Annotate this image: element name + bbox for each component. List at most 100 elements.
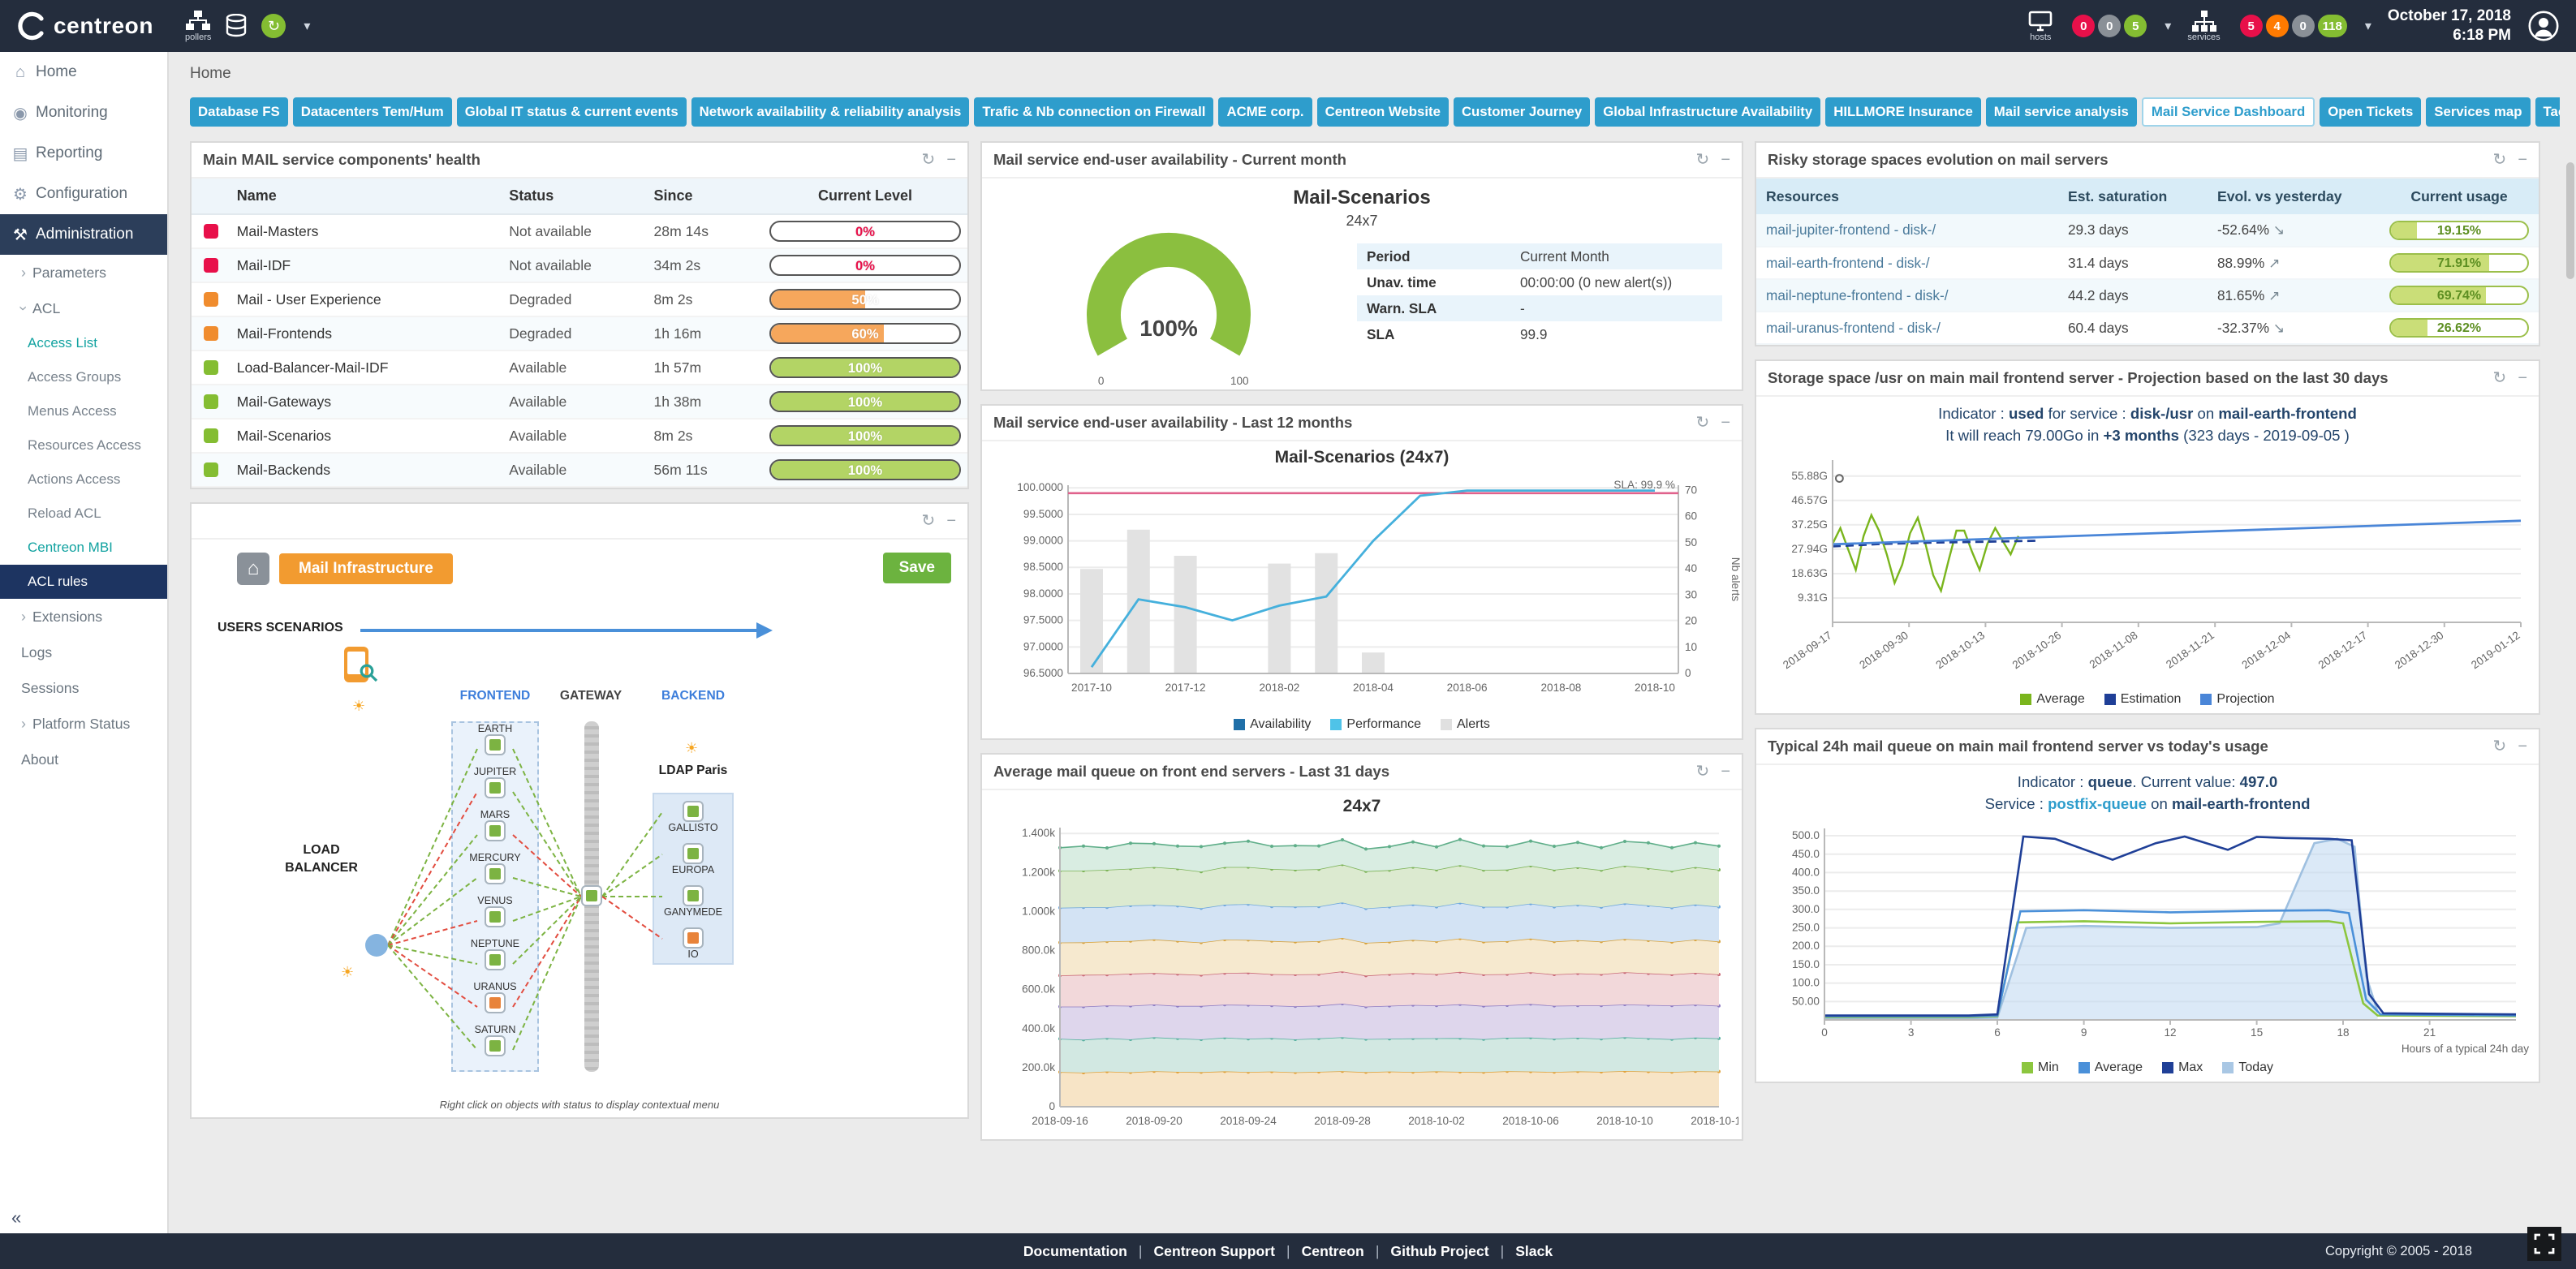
infrastructure-title-button[interactable]: Mail Infrastructure: [279, 553, 453, 584]
footer-link-github-project[interactable]: Github Project: [1390, 1243, 1488, 1260]
node-earth[interactable]: EARTH: [451, 723, 539, 755]
tab-global-infrastructure-availability[interactable]: Global Infrastructure Availability: [1595, 97, 1820, 127]
status-badge[interactable]: 0: [2072, 15, 2095, 37]
status-badge[interactable]: 118: [2318, 15, 2347, 37]
sidebar-item-acl-rules[interactable]: ACL rules: [0, 565, 167, 599]
home-icon[interactable]: ⌂: [237, 553, 269, 585]
refresh-icon[interactable]: ↻: [922, 152, 936, 168]
footer-link-centreon[interactable]: Centreon: [1302, 1243, 1364, 1260]
tab-open-tickets[interactable]: Open Tickets: [2320, 97, 2421, 127]
pollers-button[interactable]: pollers: [185, 11, 211, 42]
tab-hillmore-insurance[interactable]: HILLMORE Insurance: [1825, 97, 1981, 127]
health-row[interactable]: Mail-Gateways Available 1h 38m 100%: [192, 385, 967, 419]
health-row[interactable]: Mail-Masters Not available 28m 14s 0%: [192, 214, 967, 248]
sidebar-item-centreon-mbi[interactable]: Centreon MBI: [0, 531, 167, 565]
sidebar-item-monitoring[interactable]: ◉Monitoring: [0, 92, 167, 133]
node-jupiter[interactable]: JUPITER: [451, 766, 539, 798]
tab-database-fs[interactable]: Database FS: [190, 97, 288, 127]
node-mercury[interactable]: MERCURY: [451, 852, 539, 884]
chevron-down-icon[interactable]: ▾: [304, 18, 310, 34]
health-row[interactable]: Mail - User Experience Degraded 8m 2s 50…: [192, 282, 967, 316]
scrollbar[interactable]: [2566, 162, 2574, 279]
save-button[interactable]: Save: [883, 553, 951, 583]
sidebar-item-resources-access[interactable]: Resources Access: [0, 428, 167, 462]
tab-mail-service-analysis[interactable]: Mail service analysis: [1986, 97, 2137, 127]
sidebar-item-configuration[interactable]: ⚙Configuration: [0, 174, 167, 214]
node-mars[interactable]: MARS: [451, 809, 539, 841]
sidebar-item-menus-access[interactable]: Menus Access: [0, 394, 167, 428]
fullscreen-button[interactable]: [2527, 1227, 2561, 1261]
sidebar-item-access-list[interactable]: Access List: [0, 326, 167, 360]
sidebar-collapse-button[interactable]: «: [11, 1207, 21, 1228]
sidebar-item-acl[interactable]: ›ACL: [0, 290, 167, 326]
node-venus[interactable]: VENUS: [451, 895, 539, 927]
minimize-icon[interactable]: −: [1721, 152, 1730, 168]
sidebar-item-extensions[interactable]: ›Extensions: [0, 599, 167, 634]
tab-network-availability-reliability-analysis[interactable]: Network availability & reliability analy…: [691, 97, 970, 127]
node-gallisto[interactable]: GALLISTO: [653, 801, 734, 833]
load-balancer-node[interactable]: [365, 934, 388, 957]
sidebar-item-parameters[interactable]: ›Parameters: [0, 255, 167, 290]
status-badge[interactable]: 5: [2240, 15, 2263, 37]
tab-global-it-status-current-events[interactable]: Global IT status & current events: [457, 97, 687, 127]
minimize-icon[interactable]: −: [2518, 152, 2527, 168]
minimize-icon[interactable]: −: [946, 152, 956, 168]
breadcrumb[interactable]: Home: [190, 65, 231, 83]
status-badge[interactable]: 5: [2124, 15, 2147, 37]
minimize-icon[interactable]: −: [946, 513, 956, 529]
user-avatar-icon[interactable]: [2527, 10, 2560, 42]
risky-row[interactable]: mail-earth-frontend - disk-/ 31.4 days 8…: [1756, 247, 2539, 279]
minimize-icon[interactable]: −: [1721, 415, 1730, 431]
refresh-icon[interactable]: ↻: [2493, 738, 2507, 755]
poller-ok-button[interactable]: ↻: [261, 14, 286, 38]
status-badge[interactable]: 0: [2098, 15, 2121, 37]
tab-services-map[interactable]: Services map: [2426, 97, 2530, 127]
status-badge[interactable]: 4: [2266, 15, 2289, 37]
chevron-down-icon[interactable]: ▾: [2165, 18, 2171, 34]
tab-customer-journey[interactable]: Customer Journey: [1454, 97, 1590, 127]
refresh-icon[interactable]: ↻: [1696, 152, 1710, 168]
sidebar-item-about[interactable]: About: [0, 742, 167, 777]
risky-row[interactable]: mail-jupiter-frontend - disk-/ 29.3 days…: [1756, 214, 2539, 247]
risky-row[interactable]: mail-uranus-frontend - disk-/ 60.4 days …: [1756, 312, 2539, 344]
minimize-icon[interactable]: −: [2518, 738, 2527, 755]
centreon-logo[interactable]: centreon: [0, 11, 169, 41]
sidebar-item-platform-status[interactable]: ›Platform Status: [0, 706, 167, 742]
tab-trafic-nb-connection-on-firewall[interactable]: Trafic & Nb connection on Firewall: [974, 97, 1213, 127]
health-row[interactable]: Mail-Frontends Degraded 1h 16m 60%: [192, 316, 967, 351]
refresh-icon[interactable]: ↻: [922, 513, 936, 529]
tab-tactical-overview[interactable]: Tactical Overview: [2535, 97, 2560, 127]
tab-centreon-website[interactable]: Centreon Website: [1317, 97, 1449, 127]
node-europa[interactable]: EUROPA: [653, 843, 734, 875]
minimize-icon[interactable]: −: [1721, 764, 1730, 780]
footer-link-slack[interactable]: Slack: [1515, 1243, 1553, 1260]
node-ganymede[interactable]: GANYMEDE: [653, 885, 734, 918]
tab-acme-corp[interactable]: ACME corp.: [1218, 97, 1312, 127]
tab-datacenters-tem-hum[interactable]: Datacenters Tem/Hum: [293, 97, 452, 127]
sidebar-item-sessions[interactable]: Sessions: [0, 670, 167, 706]
chevron-down-icon[interactable]: ▾: [2365, 18, 2371, 34]
node-saturn[interactable]: SATURN: [451, 1024, 539, 1056]
node-uranus[interactable]: URANUS: [451, 981, 539, 1013]
sidebar-item-logs[interactable]: Logs: [0, 634, 167, 670]
hosts-status-group[interactable]: hosts 005 ▾: [2028, 11, 2171, 42]
health-row[interactable]: Mail-IDF Not available 34m 2s 0%: [192, 248, 967, 282]
node-gateway[interactable]: [581, 885, 602, 906]
health-row[interactable]: Mail-Scenarios Available 8m 2s 100%: [192, 419, 967, 453]
refresh-icon[interactable]: ↻: [2493, 152, 2507, 168]
sidebar-item-home[interactable]: ⌂Home: [0, 52, 167, 92]
health-row[interactable]: Mail-Backends Available 56m 11s 100%: [192, 453, 967, 487]
health-row[interactable]: Load-Balancer-Mail-IDF Available 1h 57m …: [192, 351, 967, 385]
node-io[interactable]: IO: [653, 927, 734, 960]
refresh-icon[interactable]: ↻: [1696, 764, 1710, 780]
refresh-icon[interactable]: ↻: [1696, 415, 1710, 431]
sidebar-item-reporting[interactable]: ▤Reporting: [0, 133, 167, 174]
footer-link-centreon-support[interactable]: Centreon Support: [1153, 1243, 1275, 1260]
services-status-group[interactable]: services 540118 ▾: [2187, 11, 2371, 42]
database-button[interactable]: [226, 14, 247, 38]
minimize-icon[interactable]: −: [2518, 370, 2527, 386]
footer-link-documentation[interactable]: Documentation: [1023, 1243, 1127, 1260]
risky-row[interactable]: mail-neptune-frontend - disk-/ 44.2 days…: [1756, 279, 2539, 312]
node-neptune[interactable]: NEPTUNE: [451, 938, 539, 970]
sidebar-item-reload-acl[interactable]: Reload ACL: [0, 497, 167, 531]
